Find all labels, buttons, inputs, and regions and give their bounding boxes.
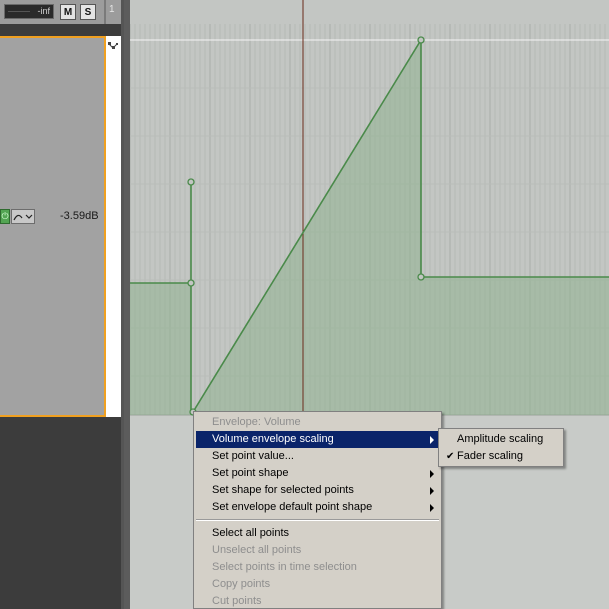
menu-title: Envelope: Volume (212, 416, 301, 428)
submenu-item-label: Amplitude scaling (457, 433, 544, 445)
menu-item-label: Set point shape (212, 467, 289, 479)
envelope-point[interactable] (417, 36, 425, 44)
menu-item-unselect-all-points[interactable]: Unselect all points (196, 542, 439, 559)
envelope-shape-dropdown[interactable] (11, 209, 35, 224)
menu-item-label: Set point value... (212, 450, 294, 462)
menu-item-set-shape-selected[interactable]: Set shape for selected points (196, 482, 439, 499)
envelope-point[interactable] (417, 273, 425, 281)
envelope-value-readout: -3.59dB (60, 210, 99, 222)
curve-shape-icon (13, 214, 33, 221)
envelope-arm-button[interactable]: ⏻ (0, 209, 10, 224)
menu-item-label: Set envelope default point shape (212, 501, 373, 513)
submenu-arrow-icon (430, 470, 434, 478)
submenu-item-label: Fader scaling (457, 450, 524, 462)
envelope-point[interactable] (187, 279, 195, 287)
menu-item-label: Cut points (212, 595, 262, 607)
scaling-submenu: Amplitude scaling ✔ Fader scaling (438, 428, 564, 467)
menu-item-label: Volume envelope scaling (212, 433, 334, 445)
power-icon: ⏻ (1, 211, 9, 221)
ruler-strip (130, 0, 609, 24)
submenu-item-fader-scaling[interactable]: ✔ Fader scaling (441, 448, 561, 465)
menu-item-set-default-shape[interactable]: Set envelope default point shape (196, 499, 439, 516)
menu-item-volume-envelope-scaling[interactable]: Volume envelope scaling (196, 431, 439, 448)
menu-item-select-points-in-time-selection[interactable]: Select points in time selection (196, 559, 439, 576)
envelope-context-menu: Envelope: Volume Volume envelope scaling… (193, 411, 442, 609)
menu-item-cut-points[interactable]: Cut points (196, 593, 439, 609)
submenu-arrow-icon (430, 504, 434, 512)
menu-item-label: Select points in time selection (212, 561, 357, 573)
envelope-fill-left (130, 283, 191, 415)
menu-item-label: Set shape for selected points (212, 484, 354, 496)
solo-button[interactable]: S (80, 4, 96, 20)
submenu-arrow-icon (430, 436, 434, 444)
submenu-item-amplitude-scaling[interactable]: Amplitude scaling (441, 431, 561, 448)
menu-item-label: Copy points (212, 578, 271, 590)
envelope-lane-side-strip (106, 36, 121, 417)
envelope-lane-panel[interactable] (0, 36, 106, 417)
menu-item-set-point-value[interactable]: Set point value... (196, 448, 439, 465)
meter-bar (8, 11, 30, 12)
mute-button[interactable]: M (60, 4, 76, 20)
checkmark-icon: ✔ (446, 451, 455, 462)
menu-item-select-all-points[interactable]: Select all points (196, 525, 439, 542)
meter-readout: -inf (37, 6, 50, 16)
track-number: 1 (109, 4, 115, 15)
menu-item-label: Select all points (212, 527, 290, 539)
volume-meter[interactable]: -inf (4, 4, 54, 19)
submenu-arrow-icon (430, 487, 434, 495)
menu-separator (196, 519, 439, 521)
menu-item-label: Unselect all points (212, 544, 302, 556)
menu-item-copy-points[interactable]: Copy points (196, 576, 439, 593)
track-header-divider (104, 0, 106, 24)
menu-item-set-point-shape[interactable]: Set point shape (196, 465, 439, 482)
points-icon[interactable] (107, 40, 119, 52)
envelope-point[interactable] (187, 178, 195, 186)
